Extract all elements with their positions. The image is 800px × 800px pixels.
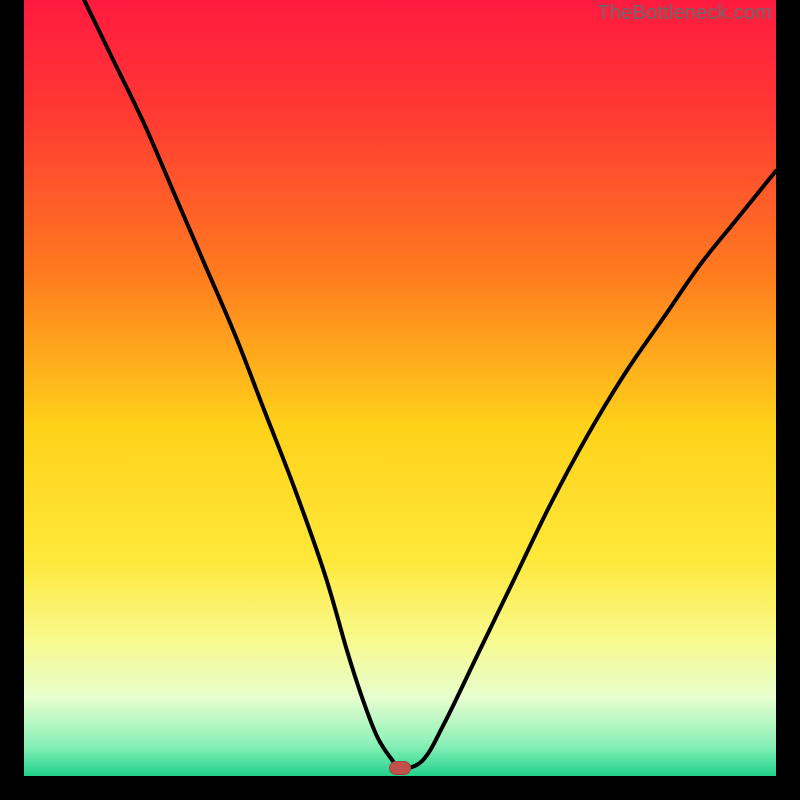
frame-right bbox=[776, 0, 800, 800]
watermark-text: TheBottleneck.com bbox=[597, 2, 772, 25]
bottleneck-curve bbox=[24, 0, 776, 776]
plot-area bbox=[24, 0, 776, 776]
minimum-marker bbox=[389, 761, 411, 775]
frame-bottom bbox=[0, 776, 800, 800]
bottleneck-chart: TheBottleneck.com bbox=[0, 0, 800, 800]
frame-left bbox=[0, 0, 24, 800]
